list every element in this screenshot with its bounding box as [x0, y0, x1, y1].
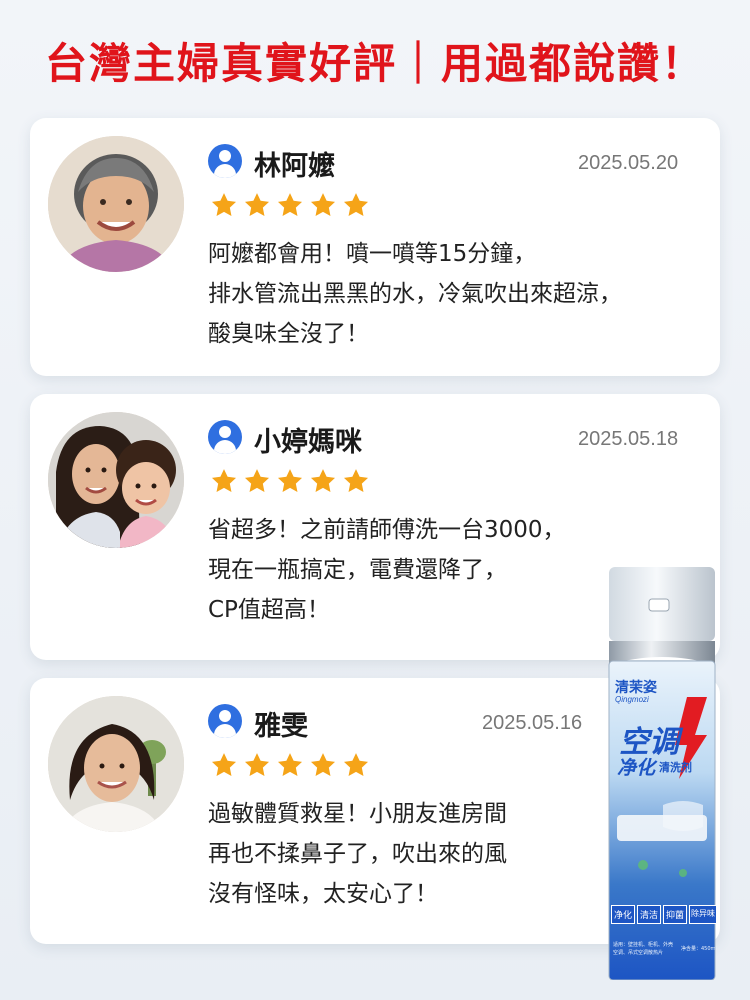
- review-line: 阿嬤都會用！噴一噴等15分鐘，: [208, 241, 537, 267]
- star-rating: [210, 467, 370, 495]
- user-icon: [208, 420, 242, 454]
- avatar-woman: [48, 696, 184, 832]
- star-icon: [211, 753, 237, 776]
- star-rating: [210, 751, 370, 779]
- user-icon: [208, 704, 242, 738]
- product-tag-row: 净化 清洁 抑菌 除异味: [611, 905, 718, 924]
- avatar-mother-child: [48, 412, 184, 548]
- star-icon: [310, 193, 336, 216]
- product-title-line2: 净化: [617, 757, 656, 779]
- product-tag: 除异味: [689, 905, 718, 924]
- product-tag: 抑菌: [663, 905, 688, 924]
- star-icon: [211, 193, 237, 216]
- reviewer-name: 小婷媽咪: [254, 427, 362, 458]
- review-line: 過敏體質救星！小朋友進房間: [208, 801, 507, 827]
- product-volume: 净含量：450ml: [681, 946, 717, 952]
- star-icon: [310, 469, 336, 492]
- review-line: 省超多！之前請師傅洗一台3000，: [208, 517, 566, 543]
- product-fine-print: 适用：壁挂机、柜机、外壳: [613, 942, 674, 948]
- page-headline: 台灣主婦真實好評｜用過都說讚！: [44, 39, 705, 88]
- user-icon: [208, 144, 242, 178]
- star-icon: [277, 193, 303, 216]
- reviewer-name: 林阿嬤: [254, 151, 335, 182]
- product-tag: 净化: [611, 905, 636, 924]
- star-icon: [244, 469, 270, 492]
- review-date: 2025.05.20: [578, 152, 679, 174]
- review-line: 排水管流出黑黑的水，冷氣吹出來超涼，: [208, 281, 622, 307]
- reviewer-name: 雅雯: [254, 711, 308, 742]
- product-title-suffix: 清洗剂: [659, 761, 692, 774]
- review-line: CP值超高！: [208, 597, 330, 623]
- star-icon: [343, 469, 369, 492]
- review-line: 沒有怪味，太安心了！: [208, 881, 438, 907]
- review-line: 酸臭味全沒了！: [208, 321, 369, 347]
- review-text: 過敏體質救星！小朋友進房間 再也不揉鼻子了，吹出來的風 沒有怪味，太安心了！: [208, 794, 507, 914]
- review-line: 再也不揉鼻子了，吹出來的風: [208, 841, 507, 867]
- product-spray-can: 清茉姿 Qingmozi 空调 净化 清洗剂 净化 清洁 抑菌 除异味 适用：壁…: [603, 565, 721, 981]
- review-text: 阿嬤都會用！噴一噴等15分鐘， 排水管流出黑黑的水，冷氣吹出來超涼， 酸臭味全沒…: [208, 234, 622, 354]
- product-fine-print: 空调、吊式空调散热片: [613, 950, 664, 956]
- review-date: 2025.05.16: [482, 712, 583, 734]
- product-tag: 清洁: [637, 905, 662, 924]
- star-icon: [244, 193, 270, 216]
- star-rating: [210, 191, 370, 219]
- star-icon: [244, 753, 270, 776]
- star-icon: [277, 469, 303, 492]
- review-line: 現在一瓶搞定，電費還降了，: [208, 557, 507, 583]
- avatar-grandma: [48, 136, 184, 272]
- product-brand-latin: Qingmozi: [615, 695, 649, 704]
- product-brand: 清茉姿: [615, 680, 657, 696]
- review-text: 省超多！之前請師傅洗一台3000， 現在一瓶搞定，電費還降了， CP值超高！: [208, 510, 566, 630]
- star-icon: [277, 753, 303, 776]
- star-icon: [343, 753, 369, 776]
- review-date: 2025.05.18: [578, 428, 679, 450]
- star-icon: [310, 753, 336, 776]
- review-card-1: 林阿嬤 2025.05.20 阿嬤都會用！噴一噴等15分鐘， 排水管流出黑黑的水…: [30, 118, 720, 376]
- star-icon: [343, 193, 369, 216]
- star-icon: [211, 469, 237, 492]
